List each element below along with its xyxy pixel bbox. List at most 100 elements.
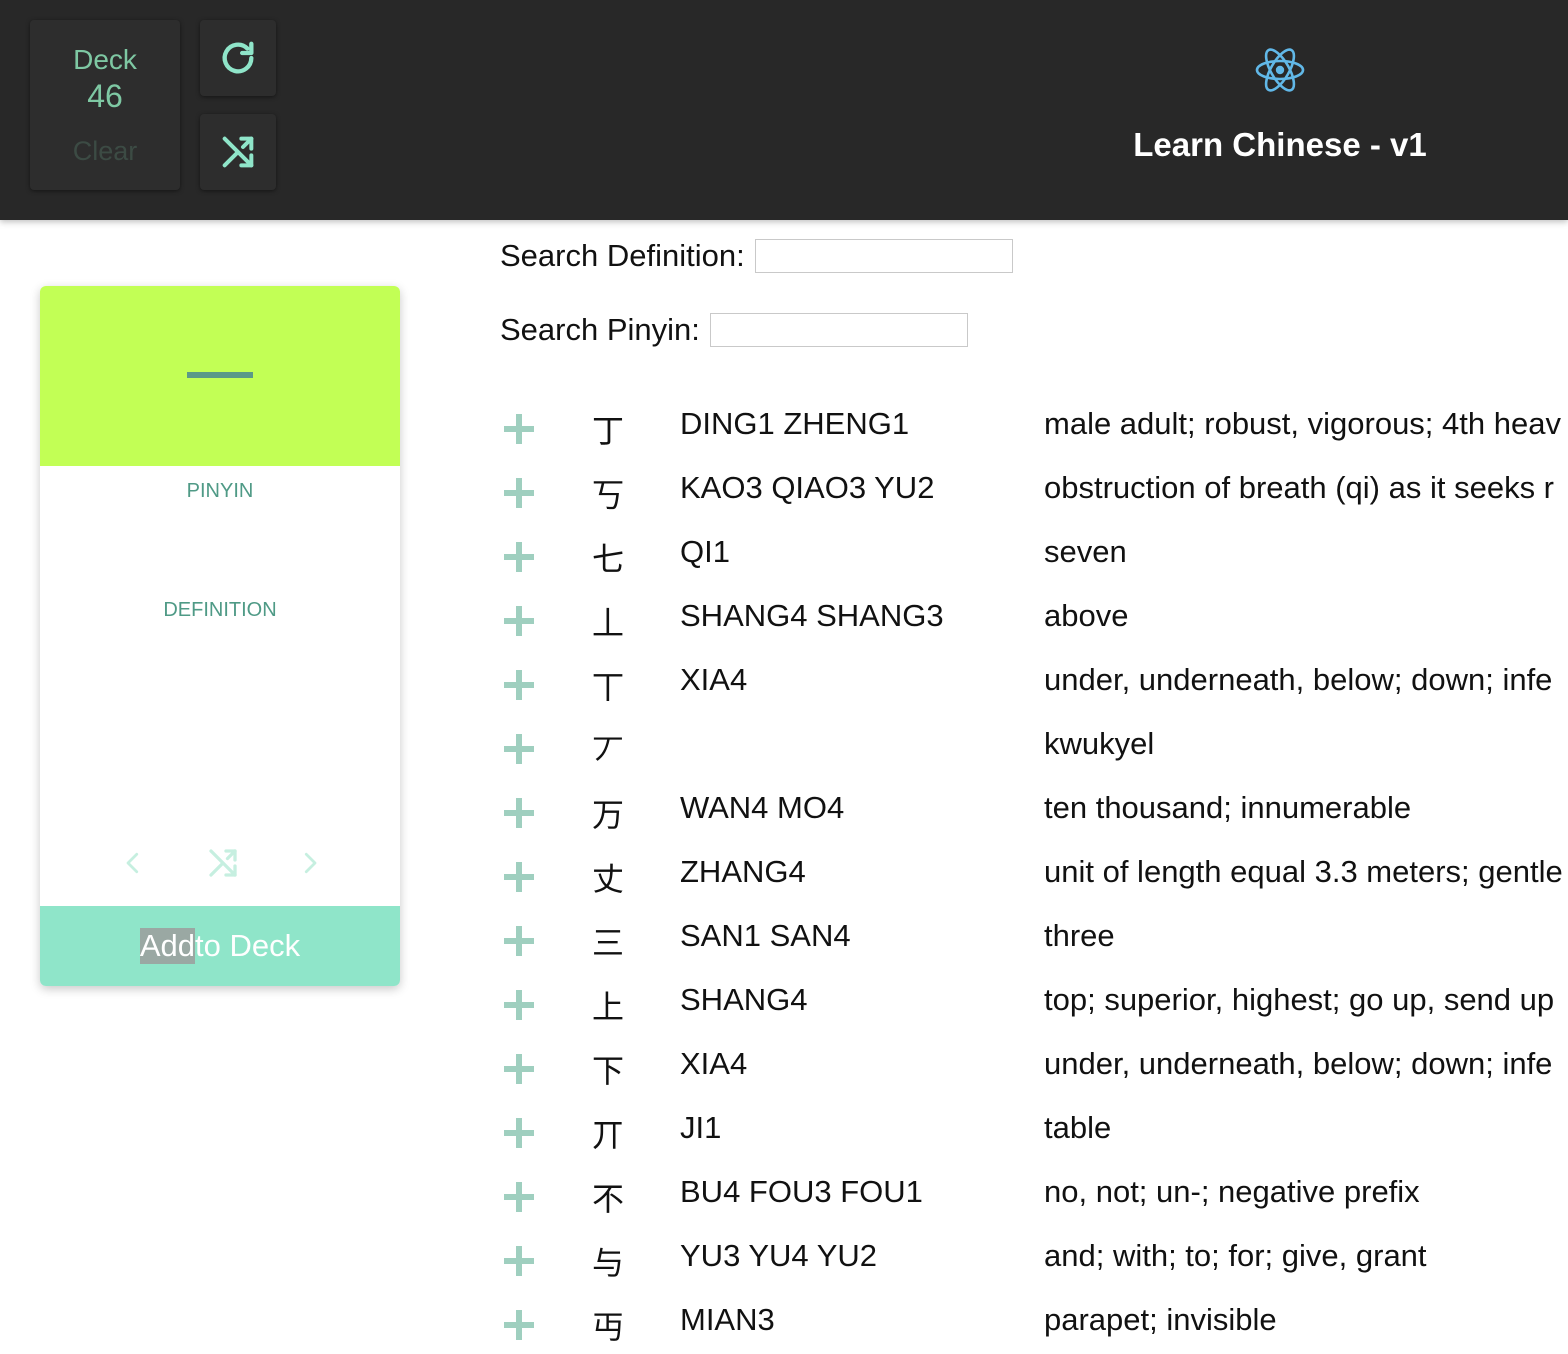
list-item-definition: table	[1044, 1110, 1112, 1145]
refresh-icon	[222, 41, 254, 74]
list-item-character: 下	[592, 1052, 625, 1090]
add-card-icon[interactable]	[504, 478, 534, 508]
list-item: 丈 ZHANG4 unit of length equal 3.3 meters; …	[500, 842, 1568, 906]
list-item: 下 XIA4 under, underneath, below; down; inf…	[500, 1034, 1568, 1098]
add-card-icon[interactable]	[504, 734, 534, 764]
add-card-icon[interactable]	[504, 1246, 534, 1276]
list-item-pinyin: BU4 FOU3 FOU1	[680, 1174, 923, 1209]
list-item-character: 七	[592, 540, 625, 578]
deck-panel: Deck 46 Clear	[30, 20, 180, 190]
react-logo-icon	[1255, 48, 1305, 92]
deck-count: 46	[87, 78, 123, 114]
list-item-pinyin: JI1	[680, 1110, 722, 1145]
next-card-button[interactable]	[285, 838, 335, 888]
add-to-deck-label-highlight: Add	[139, 928, 196, 964]
app-header: Deck 46 Clear Learn Chinese - v1	[0, 0, 1568, 220]
list-item-character: 与	[592, 1244, 625, 1282]
list-item: 丏 MIAN3 parapet; invisible	[500, 1290, 1568, 1354]
list-item-pinyin: XIA4	[680, 662, 748, 697]
add-card-icon[interactable]	[504, 1118, 534, 1148]
list-item-pinyin: KAO3 QIAO3 YU2	[680, 470, 935, 505]
list-item-pinyin: XIA4	[680, 1046, 748, 1081]
list-item-definition: above	[1044, 598, 1129, 633]
list-item-pinyin: SHANG4	[680, 982, 808, 1017]
list-item-definition: male adult; robust, vigorous; 4th heav	[1044, 406, 1561, 441]
list-item: 与 YU3 YU4 YU2 and; with; to; for; give, gr…	[500, 1226, 1568, 1290]
shuffle-icon	[209, 849, 237, 877]
deck-label: Deck	[73, 44, 137, 75]
list-item-character: 丌	[592, 1116, 625, 1154]
search-pinyin-label: Search Pinyin:	[500, 312, 700, 347]
list-item: 万 WAN4 MO4 ten thousand; innumerable	[500, 778, 1568, 842]
add-to-deck-label: to Deck	[195, 928, 301, 963]
list-item-character: 丈	[592, 860, 625, 898]
app-title: Learn Chinese - v1	[1133, 126, 1427, 163]
list-item-definition: three	[1044, 918, 1115, 953]
list-item-character: 丂	[592, 476, 625, 514]
list-item: 丁 DING1 ZHENG1 male adult; robust, vigorou…	[500, 394, 1568, 458]
search-definition-input[interactable]	[754, 239, 1013, 273]
list-item: 上 SHANG4 top; superior, highest; go up, se…	[500, 970, 1568, 1034]
list-item-definition: seven	[1044, 534, 1127, 569]
list-item-definition: ten thousand; innumerable	[1044, 790, 1412, 825]
add-card-icon[interactable]	[504, 798, 534, 828]
list-item: 丄 SHANG4 SHANG3 above	[500, 586, 1568, 650]
add-card-icon[interactable]	[504, 542, 534, 572]
list-item-definition: obstruction of breath (qi) as it seeks r	[1044, 470, 1555, 505]
clear-deck-button[interactable]: Clear	[30, 136, 180, 167]
add-to-deck-button[interactable]: Add to Deck	[40, 906, 400, 986]
flashcard-character-area	[40, 286, 400, 466]
add-card-icon[interactable]	[504, 990, 534, 1020]
search-pinyin-input[interactable]	[709, 313, 968, 347]
list-item-character: 丆	[592, 732, 625, 770]
add-card-icon[interactable]	[504, 1182, 534, 1212]
list-item-pinyin: SHANG4 SHANG3	[680, 598, 944, 633]
list-item: 丌 JI1 table	[500, 1098, 1568, 1162]
list-item-definition: under, underneath, below; down; infe	[1044, 1046, 1553, 1081]
list-item-definition: kwukyel	[1044, 726, 1155, 761]
list-item: 不 BU4 FOU3 FOU1 no, not; un-; negative pre…	[500, 1162, 1568, 1226]
shuffle-button[interactable]	[200, 114, 276, 190]
add-card-icon[interactable]	[504, 1310, 534, 1340]
shuffle-icon	[222, 136, 254, 168]
search-pinyin-row: Search Pinyin:	[500, 312, 968, 348]
flashcard-pinyin-label: PINYIN	[186, 480, 254, 502]
list-item-character: 丅	[592, 668, 625, 706]
flashcard-character	[187, 372, 253, 378]
add-card-icon[interactable]	[504, 862, 534, 892]
list-item-pinyin: WAN4 MO4	[680, 790, 845, 825]
add-card-icon[interactable]	[504, 414, 534, 444]
previous-card-button[interactable]	[108, 838, 158, 888]
add-card-icon[interactable]	[504, 926, 534, 956]
list-item-pinyin: ZHANG4	[680, 854, 806, 889]
list-item-definition: under, underneath, below; down; infe	[1044, 662, 1553, 697]
add-card-icon[interactable]	[504, 1054, 534, 1084]
list-item-pinyin: YU3 YU4 YU2	[680, 1238, 878, 1273]
list-item-definition: no, not; un-; negative prefix	[1044, 1174, 1420, 1209]
list-item-character: 丁	[592, 412, 625, 450]
list-item: 七 QI1 seven	[500, 522, 1568, 586]
list-item-character: 上	[592, 988, 625, 1026]
search-definition-row: Search Definition:	[500, 238, 1013, 274]
chevron-right-icon	[304, 852, 317, 874]
list-item-definition: top; superior, highest; go up, send up	[1044, 982, 1555, 1017]
flashcard: PINYIN DEFINITION Add to Deck	[40, 286, 400, 986]
list-item-character: 三	[592, 924, 625, 962]
list-item-character: 丏	[592, 1308, 625, 1346]
list-item: 三 SAN1 SAN4 three	[500, 906, 1568, 970]
list-item-definition: unit of length equal 3.3 meters; gentle	[1044, 854, 1563, 889]
card-shuffle-button[interactable]	[198, 838, 248, 888]
list-item-pinyin: DING1 ZHENG1	[680, 406, 910, 441]
list-item-character: 不	[592, 1180, 625, 1218]
list-item: 丂 KAO3 QIAO3 YU2 obstruction of breath (qi…	[500, 458, 1568, 522]
list-item-pinyin: QI1	[680, 534, 730, 569]
add-card-icon[interactable]	[504, 670, 534, 700]
add-card-icon[interactable]	[504, 606, 534, 636]
list-item-definition: parapet; invisible	[1044, 1302, 1277, 1337]
list-item: 丅 XIA4 under, underneath, below; down; inf…	[500, 650, 1568, 714]
refresh-button[interactable]	[200, 20, 276, 96]
list-item-definition: and; with; to; for; give, grant	[1044, 1238, 1427, 1273]
list-item-pinyin: MIAN3	[680, 1302, 775, 1337]
list-item: 丆 kwukyel	[500, 714, 1568, 778]
list-item-pinyin: SAN1 SAN4	[680, 918, 851, 953]
